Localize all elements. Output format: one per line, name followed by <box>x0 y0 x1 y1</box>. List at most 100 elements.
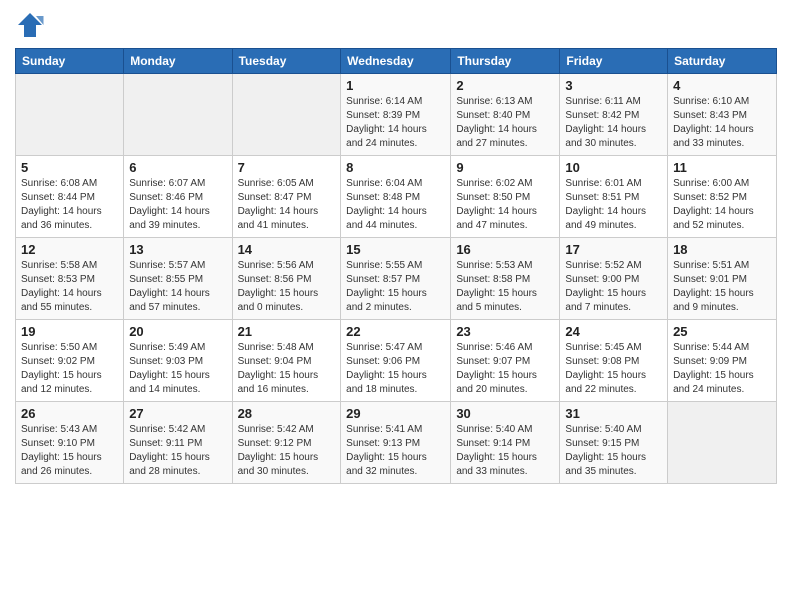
week-row-3: 12Sunrise: 5:58 AM Sunset: 8:53 PM Dayli… <box>16 238 777 320</box>
calendar-cell: 8 Sunrise: 6:04 AM Sunset: 8:48 PM Daylig… <box>341 156 451 238</box>
day-number: 2 <box>456 78 554 93</box>
calendar-cell: 24 Sunrise: 5:45 AM Sunset: 9:08 PM Dayli… <box>560 320 668 402</box>
day-number: 16 <box>456 242 554 257</box>
day-info: Sunrise: 6:05 AM Sunset: 8:47 PM Dayligh… <box>238 177 336 233</box>
weekday-header-sunday: Sunday <box>16 49 124 74</box>
day-info: Sunrise: 5:49 AM Sunset: 9:03 PM Dayligh… <box>129 341 226 397</box>
calendar-cell <box>16 74 124 156</box>
day-number: 18 <box>673 242 771 257</box>
day-info: Sunrise: 5:40 AM Sunset: 9:14 PM Dayligh… <box>456 423 554 479</box>
day-info: Sunrise: 5:55 AM Sunset: 8:57 PM Dayligh… <box>346 259 445 315</box>
calendar-cell: 5 Sunrise: 6:08 AM Sunset: 8:44 PM Daylig… <box>16 156 124 238</box>
week-row-2: 5 Sunrise: 6:08 AM Sunset: 8:44 PM Daylig… <box>16 156 777 238</box>
calendar-cell: 20 Sunrise: 5:49 AM Sunset: 9:03 PM Dayli… <box>124 320 232 402</box>
logo-icon <box>15 10 45 40</box>
calendar-cell: 19Sunrise: 5:50 AM Sunset: 9:02 PM Dayli… <box>16 320 124 402</box>
calendar-cell: 31 Sunrise: 5:40 AM Sunset: 9:15 PM Dayli… <box>560 402 668 484</box>
day-info: Sunrise: 6:13 AM Sunset: 8:40 PM Dayligh… <box>456 95 554 151</box>
logo <box>15 10 49 40</box>
calendar-cell: 2 Sunrise: 6:13 AM Sunset: 8:40 PM Daylig… <box>451 74 560 156</box>
calendar-cell: 23 Sunrise: 5:46 AM Sunset: 9:07 PM Dayli… <box>451 320 560 402</box>
calendar-table: SundayMondayTuesdayWednesdayThursdayFrid… <box>15 48 777 484</box>
calendar-cell: 28 Sunrise: 5:42 AM Sunset: 9:12 PM Dayli… <box>232 402 341 484</box>
day-number: 5 <box>21 160 118 175</box>
day-info: Sunrise: 6:04 AM Sunset: 8:48 PM Dayligh… <box>346 177 445 233</box>
calendar-cell: 12Sunrise: 5:58 AM Sunset: 8:53 PM Dayli… <box>16 238 124 320</box>
calendar-cell <box>124 74 232 156</box>
day-info: Sunrise: 5:51 AM Sunset: 9:01 PM Dayligh… <box>673 259 771 315</box>
day-number: 1 <box>346 78 445 93</box>
day-number: 25 <box>673 324 771 339</box>
day-number: 28 <box>238 406 336 421</box>
day-number: 30 <box>456 406 554 421</box>
day-info: Sunrise: 6:14 AM Sunset: 8:39 PM Dayligh… <box>346 95 445 151</box>
day-info: Sunrise: 5:50 AM Sunset: 9:02 PM Dayligh… <box>21 341 118 397</box>
calendar-cell: 21 Sunrise: 5:48 AM Sunset: 9:04 PM Dayli… <box>232 320 341 402</box>
day-number: 29 <box>346 406 445 421</box>
day-number: 27 <box>129 406 226 421</box>
calendar-cell: 9Sunrise: 6:02 AM Sunset: 8:50 PM Daylig… <box>451 156 560 238</box>
day-info: Sunrise: 5:53 AM Sunset: 8:58 PM Dayligh… <box>456 259 554 315</box>
calendar-cell: 4 Sunrise: 6:10 AM Sunset: 8:43 PM Daylig… <box>668 74 777 156</box>
calendar-cell: 13Sunrise: 5:57 AM Sunset: 8:55 PM Dayli… <box>124 238 232 320</box>
calendar-cell: 18 Sunrise: 5:51 AM Sunset: 9:01 PM Dayli… <box>668 238 777 320</box>
day-info: Sunrise: 5:40 AM Sunset: 9:15 PM Dayligh… <box>565 423 662 479</box>
day-number: 24 <box>565 324 662 339</box>
calendar-cell: 6 Sunrise: 6:07 AM Sunset: 8:46 PM Daylig… <box>124 156 232 238</box>
calendar-cell: 25Sunrise: 5:44 AM Sunset: 9:09 PM Dayli… <box>668 320 777 402</box>
calendar-cell <box>668 402 777 484</box>
day-info: Sunrise: 6:08 AM Sunset: 8:44 PM Dayligh… <box>21 177 118 233</box>
weekday-header-row: SundayMondayTuesdayWednesdayThursdayFrid… <box>16 49 777 74</box>
day-info: Sunrise: 5:56 AM Sunset: 8:56 PM Dayligh… <box>238 259 336 315</box>
day-info: Sunrise: 6:01 AM Sunset: 8:51 PM Dayligh… <box>565 177 662 233</box>
day-info: Sunrise: 5:41 AM Sunset: 9:13 PM Dayligh… <box>346 423 445 479</box>
calendar-cell: 22 Sunrise: 5:47 AM Sunset: 9:06 PM Dayli… <box>341 320 451 402</box>
page: SundayMondayTuesdayWednesdayThursdayFrid… <box>0 0 792 612</box>
weekday-header-monday: Monday <box>124 49 232 74</box>
day-number: 31 <box>565 406 662 421</box>
weekday-header-saturday: Saturday <box>668 49 777 74</box>
weekday-header-friday: Friday <box>560 49 668 74</box>
day-info: Sunrise: 6:10 AM Sunset: 8:43 PM Dayligh… <box>673 95 771 151</box>
day-number: 3 <box>565 78 662 93</box>
day-info: Sunrise: 5:46 AM Sunset: 9:07 PM Dayligh… <box>456 341 554 397</box>
calendar-cell: 1 Sunrise: 6:14 AM Sunset: 8:39 PM Daylig… <box>341 74 451 156</box>
week-row-5: 26 Sunrise: 5:43 AM Sunset: 9:10 PM Dayli… <box>16 402 777 484</box>
calendar-cell: 11Sunrise: 6:00 AM Sunset: 8:52 PM Dayli… <box>668 156 777 238</box>
day-info: Sunrise: 6:00 AM Sunset: 8:52 PM Dayligh… <box>673 177 771 233</box>
day-info: Sunrise: 6:07 AM Sunset: 8:46 PM Dayligh… <box>129 177 226 233</box>
day-number: 9 <box>456 160 554 175</box>
weekday-header-wednesday: Wednesday <box>341 49 451 74</box>
week-row-4: 19Sunrise: 5:50 AM Sunset: 9:02 PM Dayli… <box>16 320 777 402</box>
day-info: Sunrise: 5:45 AM Sunset: 9:08 PM Dayligh… <box>565 341 662 397</box>
day-number: 7 <box>238 160 336 175</box>
day-number: 20 <box>129 324 226 339</box>
day-number: 12 <box>21 242 118 257</box>
day-number: 8 <box>346 160 445 175</box>
day-number: 22 <box>346 324 445 339</box>
calendar-cell: 15Sunrise: 5:55 AM Sunset: 8:57 PM Dayli… <box>341 238 451 320</box>
day-info: Sunrise: 5:42 AM Sunset: 9:12 PM Dayligh… <box>238 423 336 479</box>
day-number: 10 <box>565 160 662 175</box>
day-info: Sunrise: 5:42 AM Sunset: 9:11 PM Dayligh… <box>129 423 226 479</box>
calendar-cell: 14 Sunrise: 5:56 AM Sunset: 8:56 PM Dayli… <box>232 238 341 320</box>
weekday-header-tuesday: Tuesday <box>232 49 341 74</box>
week-row-1: 1 Sunrise: 6:14 AM Sunset: 8:39 PM Daylig… <box>16 74 777 156</box>
day-number: 6 <box>129 160 226 175</box>
calendar-cell <box>232 74 341 156</box>
weekday-header-thursday: Thursday <box>451 49 560 74</box>
day-info: Sunrise: 6:11 AM Sunset: 8:42 PM Dayligh… <box>565 95 662 151</box>
day-number: 4 <box>673 78 771 93</box>
day-number: 26 <box>21 406 118 421</box>
day-number: 21 <box>238 324 336 339</box>
day-number: 17 <box>565 242 662 257</box>
day-number: 23 <box>456 324 554 339</box>
calendar-cell: 7 Sunrise: 6:05 AM Sunset: 8:47 PM Daylig… <box>232 156 341 238</box>
day-info: Sunrise: 5:48 AM Sunset: 9:04 PM Dayligh… <box>238 341 336 397</box>
calendar-cell: 30 Sunrise: 5:40 AM Sunset: 9:14 PM Dayli… <box>451 402 560 484</box>
day-info: Sunrise: 5:47 AM Sunset: 9:06 PM Dayligh… <box>346 341 445 397</box>
day-info: Sunrise: 5:43 AM Sunset: 9:10 PM Dayligh… <box>21 423 118 479</box>
calendar-cell: 27 Sunrise: 5:42 AM Sunset: 9:11 PM Dayli… <box>124 402 232 484</box>
calendar-cell: 16 Sunrise: 5:53 AM Sunset: 8:58 PM Dayli… <box>451 238 560 320</box>
day-number: 14 <box>238 242 336 257</box>
